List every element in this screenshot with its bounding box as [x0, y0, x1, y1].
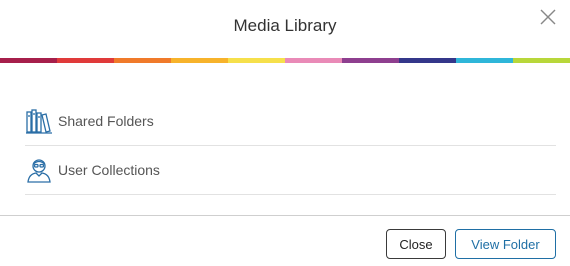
dialog-title: Media Library: [233, 16, 337, 35]
media-library-dialog: Media Library Shared Folders User Collec…: [0, 0, 570, 266]
close-icon[interactable]: [538, 7, 558, 27]
list-item-shared-folders[interactable]: Shared Folders: [25, 97, 556, 146]
view-folder-button[interactable]: View Folder: [455, 229, 556, 259]
folder-list: Shared Folders User Collections: [0, 63, 570, 215]
user-icon: [25, 156, 53, 184]
bookshelf-icon: [25, 107, 53, 135]
dialog-header: Media Library: [0, 0, 570, 58]
list-item-label: Shared Folders: [58, 113, 154, 129]
list-item-label: User Collections: [58, 162, 160, 178]
footer-divider: [0, 215, 570, 216]
close-button[interactable]: Close: [386, 229, 446, 259]
list-item-user-collections[interactable]: User Collections: [25, 146, 556, 195]
